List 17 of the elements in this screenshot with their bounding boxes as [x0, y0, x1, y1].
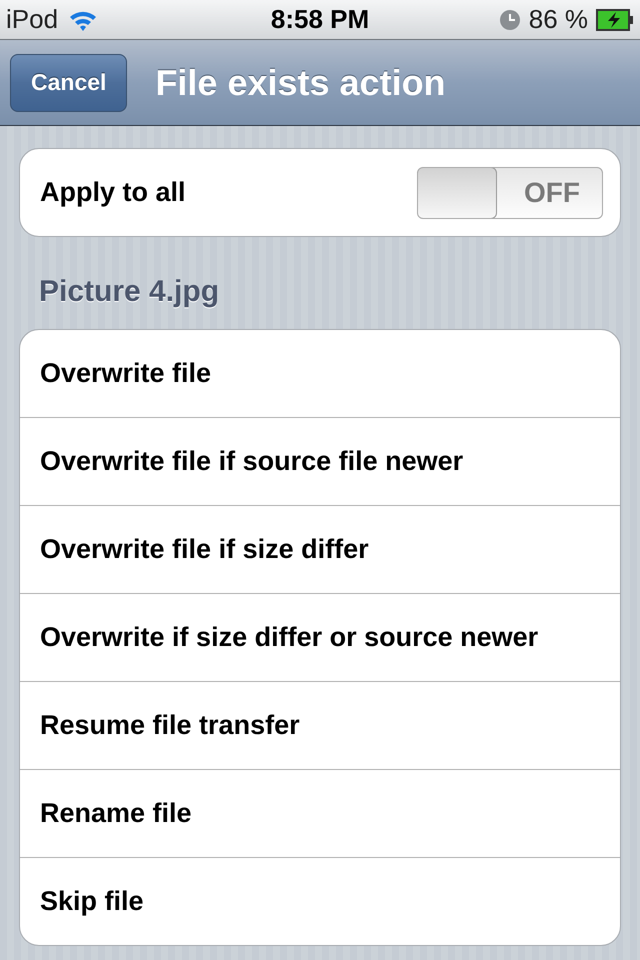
clock-time: 8:58 PM [270, 4, 370, 35]
clock-icon [498, 8, 521, 30]
cancel-button[interactable]: Cancel [10, 54, 128, 112]
action-option[interactable]: Resume file transfer [20, 681, 620, 769]
battery-percentage: 86 % [528, 4, 588, 35]
section-header: Picture 4.jpg [39, 275, 220, 309]
action-option[interactable]: Overwrite file if size differ [20, 505, 620, 593]
action-option[interactable]: Overwrite if size differ or source newer [20, 593, 620, 681]
battery-charging-icon [596, 8, 634, 30]
action-option[interactable]: Overwrite file [20, 330, 620, 417]
action-option[interactable]: Rename file [20, 769, 620, 857]
action-option[interactable]: Skip file [20, 857, 620, 945]
window-title: File exists action [155, 62, 446, 104]
apply-to-all-switch[interactable]: OFF [417, 166, 603, 218]
action-option[interactable]: Overwrite file if source file newer [20, 417, 620, 505]
apply-to-all-label: Apply to all [40, 177, 186, 208]
carrier-name: iPod [6, 4, 58, 35]
